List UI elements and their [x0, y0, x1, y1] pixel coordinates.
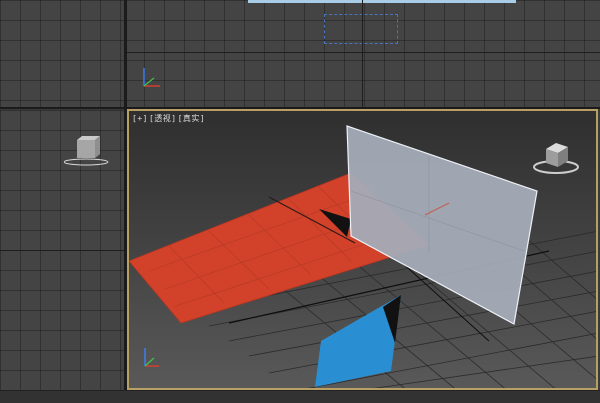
cube-object-icon [64, 136, 109, 166]
viewport-left[interactable] [0, 110, 124, 390]
axis-line-vertical [362, 0, 363, 108]
top-selection-bar [248, 0, 516, 3]
scene-canvas [129, 125, 596, 388]
status-bar [0, 390, 600, 403]
viewcube-icon[interactable] [530, 131, 582, 177]
viewport-perspective[interactable]: [+][透视][真实] [127, 109, 598, 390]
viewport-top-left[interactable] [0, 0, 124, 108]
axis-line-horizontal [124, 52, 600, 53]
axis-tripod-icon [144, 348, 159, 367]
dashed-object-outline [324, 14, 398, 44]
axis-gizmo-icon [143, 68, 160, 87]
viewport-top[interactable] [124, 0, 600, 108]
left-axis-line [0, 250, 124, 251]
